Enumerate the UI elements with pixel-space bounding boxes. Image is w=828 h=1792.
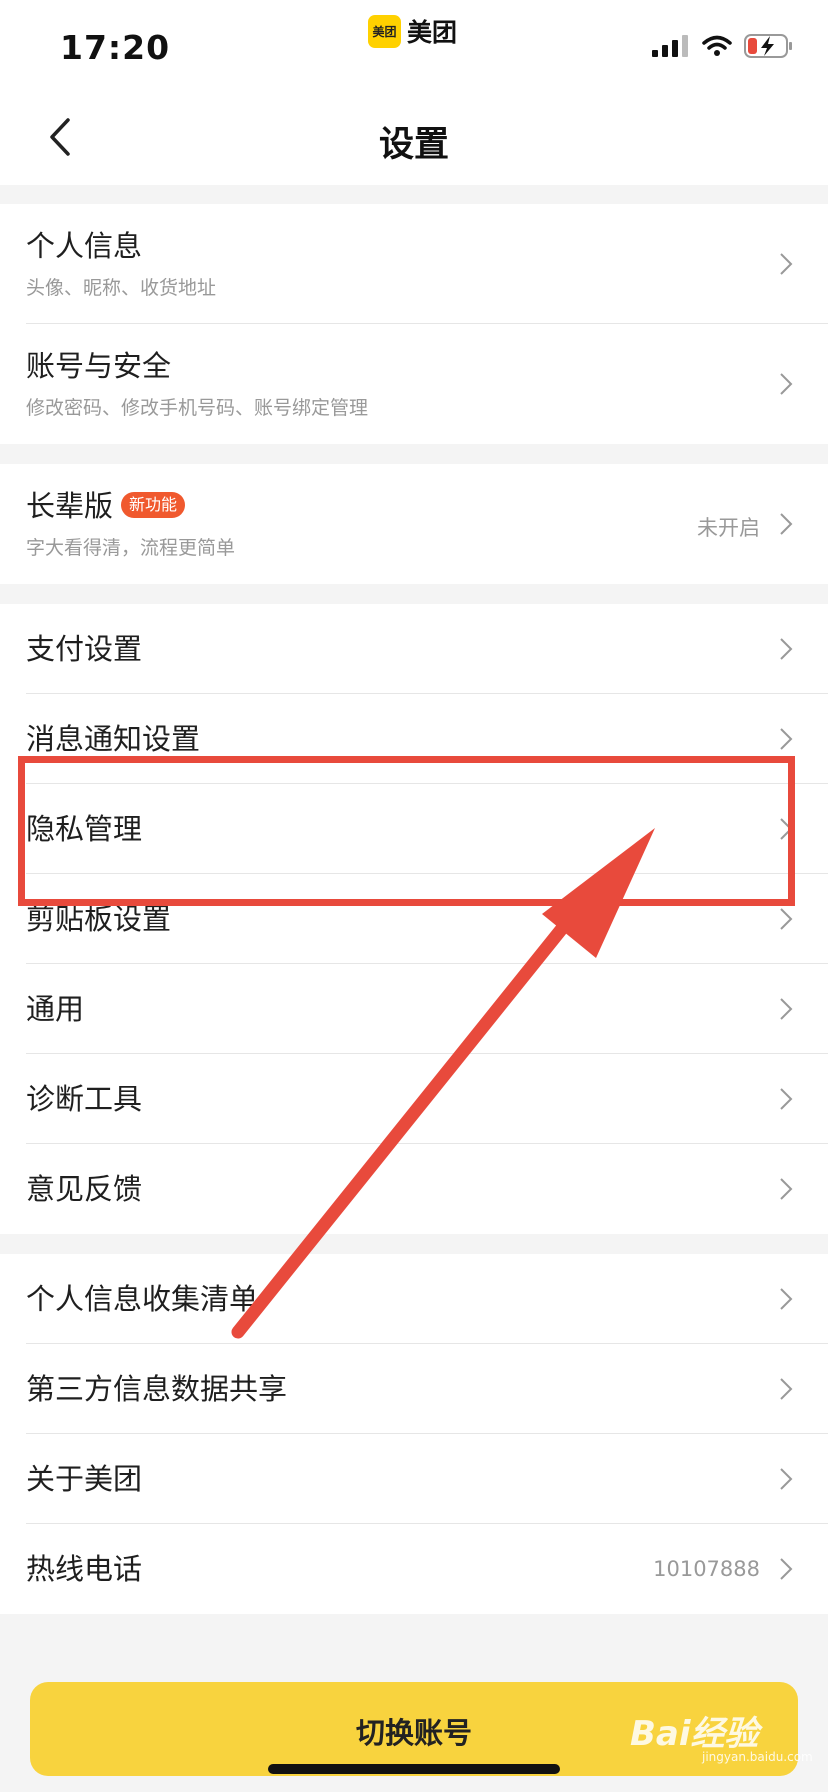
row-subtitle: 修改密码、修改手机号码、账号绑定管理 [26, 397, 369, 419]
home-indicator [268, 1764, 560, 1774]
row-label: 长辈版 新功能 [26, 488, 186, 524]
settings-row-personal-info[interactable]: 个人信息 头像、昵称、收货地址 [0, 204, 828, 324]
settings-row-feedback[interactable]: 意见反馈 [0, 1144, 828, 1234]
row-label: 关于美团 [26, 1462, 143, 1496]
wifi-icon [702, 35, 732, 56]
settings-row-hotline[interactable]: 热线电话 10107888 [0, 1524, 828, 1614]
settings-row-diagnostics[interactable]: 诊断工具 [0, 1054, 828, 1144]
row-label: 诊断工具 [26, 1082, 143, 1116]
settings-row-info-collection[interactable]: 个人信息收集清单 [0, 1254, 828, 1344]
chevron-right-icon [780, 373, 793, 395]
settings-group-about: 个人信息收集清单 第三方信息数据共享 关于美团 热线电话 10107888 [0, 1254, 828, 1614]
status-app-name: 美团 [407, 18, 458, 47]
settings-group-elder: 长辈版 新功能 字大看得清，流程更简单 未开启 [0, 464, 828, 584]
baidu-watermark: Bai经验 [630, 1714, 759, 1754]
battery-charging-icon [744, 34, 792, 58]
status-bar: 17:20 美团 美团 [0, 0, 828, 90]
settings-group-account: 个人信息 头像、昵称、收货地址 账号与安全 修改密码、修改手机号码、账号绑定管理 [0, 204, 828, 444]
navigation-bar: 设置 [0, 90, 828, 185]
settings-row-payment[interactable]: 支付设置 [0, 604, 828, 694]
cellular-signal-icon [652, 35, 688, 57]
row-subtitle: 头像、昵称、收货地址 [26, 277, 217, 299]
highlight-box [18, 756, 795, 906]
chevron-right-icon [780, 253, 793, 275]
settings-row-elder-mode[interactable]: 长辈版 新功能 字大看得清，流程更简单 未开启 [0, 464, 828, 584]
chevron-right-icon [780, 513, 793, 535]
settings-row-third-party-sharing[interactable]: 第三方信息数据共享 [0, 1344, 828, 1434]
hotline-number: 10107888 [653, 1557, 760, 1581]
chevron-right-icon [780, 1088, 793, 1110]
chevron-right-icon [780, 638, 793, 660]
settings-row-account-security[interactable]: 账号与安全 修改密码、修改手机号码、账号绑定管理 [0, 324, 828, 444]
page-title: 设置 [378, 125, 449, 165]
new-feature-badge: 新功能 [121, 492, 186, 518]
chevron-right-icon [780, 1558, 793, 1580]
chevron-right-icon [780, 1378, 793, 1400]
settings-group-general: 支付设置 消息通知设置 隐私管理 剪贴板设置 通用 诊断工具 意见反馈 [0, 604, 828, 1234]
row-label: 消息通知设置 [26, 722, 201, 756]
row-label: 个人信息 [26, 229, 143, 263]
row-subtitle: 字大看得清，流程更简单 [26, 537, 236, 559]
settings-row-general[interactable]: 通用 [0, 964, 828, 1054]
row-label: 第三方信息数据共享 [26, 1372, 288, 1406]
chevron-right-icon [780, 1178, 793, 1200]
settings-row-about[interactable]: 关于美团 [0, 1434, 828, 1524]
row-label: 账号与安全 [26, 349, 172, 383]
chevron-right-icon [780, 998, 793, 1020]
row-label: 意见反馈 [26, 1172, 143, 1206]
row-label: 热线电话 [26, 1552, 143, 1586]
row-label: 通用 [26, 992, 85, 1026]
row-label: 支付设置 [26, 632, 143, 666]
row-label: 个人信息收集清单 [26, 1282, 259, 1316]
chevron-right-icon [780, 1468, 793, 1490]
row-label: 剪贴板设置 [26, 902, 172, 936]
meituan-logo-icon: 美团 [368, 14, 401, 48]
status-app-indicator: 美团 美团 [368, 14, 457, 48]
row-label-text: 长辈版 [26, 489, 114, 523]
chevron-right-icon [780, 1288, 793, 1310]
system-icons [652, 34, 794, 58]
row-value: 未开启 [697, 516, 760, 540]
chevron-right-icon [780, 908, 793, 930]
chevron-right-icon [780, 728, 793, 750]
status-time: 17:20 [60, 28, 171, 67]
baidu-watermark-url: jingyan.baidu.com [702, 1750, 813, 1764]
